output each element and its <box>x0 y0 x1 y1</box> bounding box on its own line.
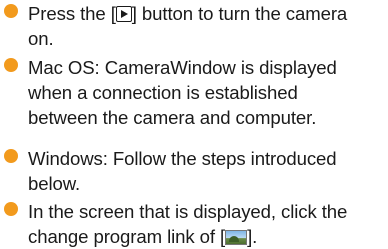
bullet-icon <box>4 202 18 216</box>
list-item-text: Mac OS: CameraWindow is displayed when a… <box>28 55 380 130</box>
list-item-text: In the screen that is displayed, click t… <box>28 199 380 249</box>
list-item: Press the [ ] button to turn the camera o… <box>0 1 388 51</box>
bullet-icon <box>4 149 18 163</box>
item-text-fragment: ]. <box>247 226 258 247</box>
item-text-fragment: Press the [ <box>28 3 116 24</box>
bullet-icon <box>4 58 18 72</box>
instruction-page: Press the [ ] button to turn the camera o… <box>0 0 388 249</box>
list-item: Windows: Follow the steps introduced bel… <box>0 146 388 196</box>
bullet-icon <box>4 4 18 18</box>
item-text-line: when a connection is established <box>28 82 298 103</box>
item-text-line: below. <box>28 173 81 194</box>
item-text-line: In the screen that is displayed, click t… <box>28 201 348 222</box>
item-text-line: Windows: Follow the steps introduced <box>28 148 337 169</box>
item-text-fragment: ] button to turn the camera <box>131 3 348 24</box>
list-item: Mac OS: CameraWindow is displayed when a… <box>0 55 388 130</box>
list-item-text: Windows: Follow the steps introduced bel… <box>28 146 380 196</box>
list-item: In the screen that is displayed, click t… <box>0 199 388 249</box>
play-button-icon <box>115 6 132 22</box>
item-text-line: between the camera and computer. <box>28 107 317 128</box>
list-item-text: Press the [ ] button to turn the camera o… <box>28 1 380 51</box>
item-text-fragment: change program link of [ <box>28 226 226 247</box>
item-text-line: Mac OS: CameraWindow is displayed <box>28 57 337 78</box>
photo-import-icon <box>225 230 248 245</box>
item-text-line: on. <box>28 28 54 49</box>
